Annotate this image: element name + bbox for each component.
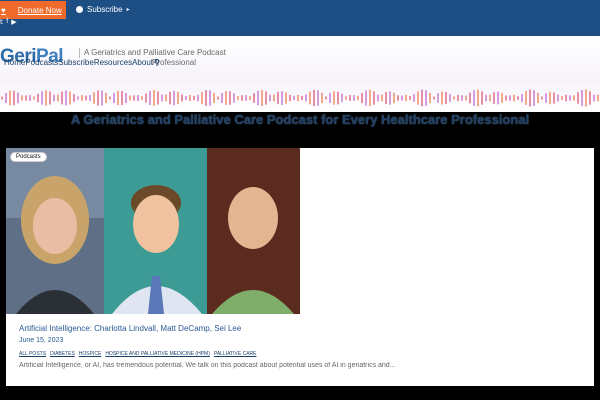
nav-subscribe[interactable]: Subscribe [58,58,94,67]
audio-wave-graphic [1,89,599,107]
category-link[interactable]: Hospice [79,351,102,357]
post-categories: All Posts Diabetes Hospice Hospice and P… [19,351,256,357]
post-card[interactable]: Podcasts Artificial Intelligence: Charlo… [6,148,594,386]
post-excerpt: Artificial Intelligence, or AI, has trem… [19,362,396,369]
main-nav: Home Podcasts Subscribe Resources About … [4,58,160,67]
top-bar: ♥ Donate Now Subscribe ▸ 𝕥 f ▶ [0,0,600,36]
category-link[interactable]: Hospice and Palliative Medicine (HPM) [105,351,210,357]
nav-home[interactable]: Home [4,58,25,67]
nav-resources[interactable]: Resources [94,58,132,67]
subscribe-label: Subscribe [87,5,123,14]
caret-right-icon: ▸ [126,7,130,13]
nav-podcasts[interactable]: Podcasts [25,58,58,67]
guest-photos [6,148,300,314]
category-badge[interactable]: Podcasts [10,152,47,162]
post-title[interactable]: Artificial Intelligence: Charlotta Lindv… [19,324,241,333]
heart-icon: ♥ [1,5,6,15]
post-date: June 15, 2023 [19,337,64,344]
category-link[interactable]: All Posts [19,351,46,357]
donate-label: Donate Now [17,5,62,15]
donate-button[interactable]: ♥ Donate Now [0,1,66,19]
podcast-icon [76,6,83,13]
youtube-icon[interactable]: ▶ [11,18,16,26]
subscribe-menu[interactable]: Subscribe ▸ [76,5,130,14]
post-thumbnail[interactable]: Podcasts [6,148,300,314]
search-icon[interactable]: ⚲ [154,58,160,67]
category-link[interactable]: Diabetes [50,351,75,357]
nav-about[interactable]: About [132,58,153,67]
site-header: GeriPal A Geriatrics and Palliative Care… [0,36,600,112]
social-links: 𝕥 f ▶ [0,18,17,26]
category-link[interactable]: Palliative Care [214,351,257,357]
facebook-icon[interactable]: f [6,18,8,26]
twitter-icon[interactable]: 𝕥 [0,18,3,26]
site-slogan: A Geriatrics and Palliative Care Podcast… [70,112,530,127]
site-tagline: A Geriatrics and Palliative Care Podcast [79,48,226,58]
